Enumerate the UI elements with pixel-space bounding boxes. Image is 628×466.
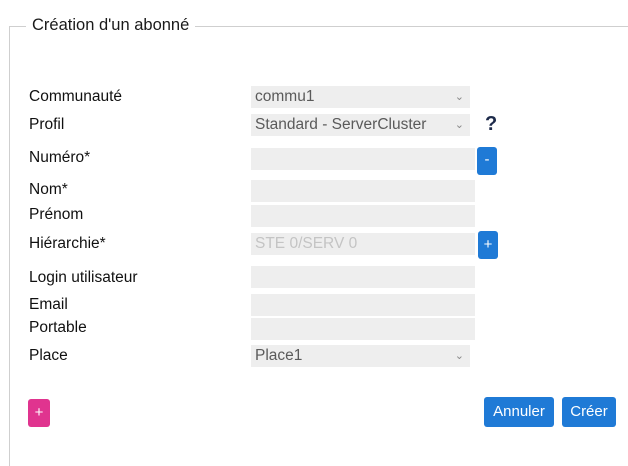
cancel-button[interactable]: Annuler bbox=[484, 397, 554, 427]
numero-label: Numéro* bbox=[29, 149, 91, 166]
communaute-label: Communauté bbox=[29, 88, 123, 105]
help-icon[interactable]: ? bbox=[485, 112, 497, 136]
chevron-down-icon: ⌄ bbox=[454, 91, 464, 103]
profil-label: Profil bbox=[29, 116, 65, 133]
hierarchie-label: Hiérarchie* bbox=[29, 235, 106, 252]
numero-input[interactable] bbox=[251, 148, 475, 170]
portable-input[interactable] bbox=[251, 318, 475, 340]
numero-remove-button[interactable]: - bbox=[477, 147, 497, 175]
prenom-input[interactable] bbox=[251, 205, 475, 227]
hierarchie-input[interactable]: STE 0/SERV 0 bbox=[251, 233, 475, 255]
nom-input[interactable] bbox=[251, 180, 475, 202]
add-button[interactable]: + bbox=[28, 399, 50, 427]
communaute-select[interactable]: commu1 ⌄ bbox=[251, 86, 470, 108]
place-label: Place bbox=[29, 347, 68, 364]
communaute-value: commu1 bbox=[255, 88, 315, 105]
place-select[interactable]: Place1 ⌄ bbox=[251, 345, 470, 367]
email-label: Email bbox=[29, 296, 68, 313]
login-input[interactable] bbox=[251, 266, 475, 288]
login-label: Login utilisateur bbox=[29, 269, 138, 286]
portable-label: Portable bbox=[29, 319, 87, 336]
hierarchie-add-button[interactable]: + bbox=[478, 231, 498, 259]
nom-label: Nom* bbox=[29, 181, 68, 198]
prenom-label: Prénom bbox=[29, 206, 84, 223]
form-title: Création d'un abonné bbox=[26, 14, 196, 36]
chevron-down-icon: ⌄ bbox=[454, 350, 464, 362]
place-value: Place1 bbox=[255, 347, 303, 364]
chevron-down-icon: ⌄ bbox=[454, 119, 464, 131]
email-input[interactable] bbox=[251, 294, 475, 316]
profil-select[interactable]: Standard - ServerCluster ⌄ bbox=[251, 114, 470, 136]
profil-value: Standard - ServerCluster bbox=[255, 116, 427, 133]
create-button[interactable]: Créer bbox=[562, 397, 616, 427]
